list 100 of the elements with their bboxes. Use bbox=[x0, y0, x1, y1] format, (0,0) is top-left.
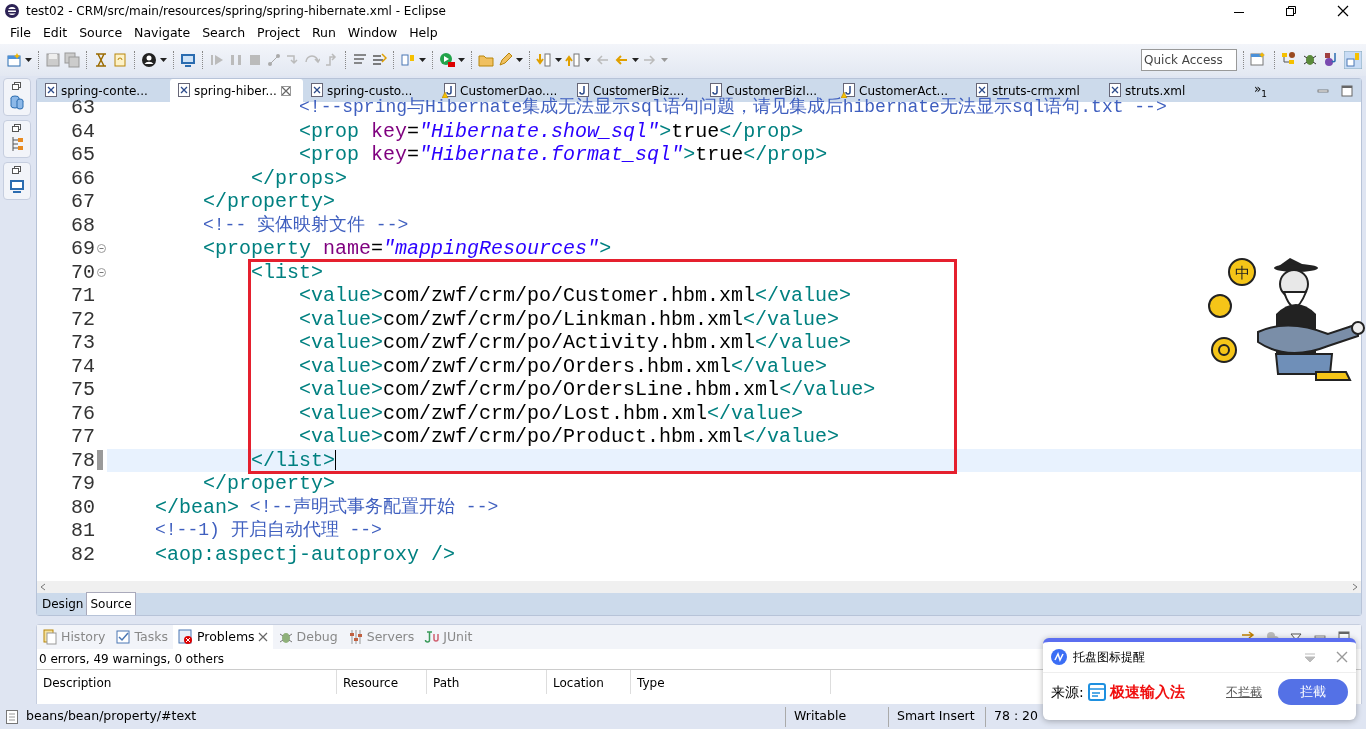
database-icon[interactable] bbox=[9, 94, 25, 110]
column-header[interactable]: Location bbox=[547, 670, 631, 694]
code-token: </value> bbox=[743, 307, 840, 331]
jee-perspective-icon[interactable] bbox=[1344, 51, 1362, 69]
caret-icon[interactable] bbox=[419, 58, 426, 62]
restore-button[interactable] bbox=[1285, 5, 1297, 17]
code-token: <value> bbox=[299, 331, 384, 355]
code-token: </prop> bbox=[719, 119, 804, 143]
change-marker-icon bbox=[97, 450, 103, 471]
servers-icon bbox=[347, 629, 364, 645]
code-token: com/zwf/crm/po/Orders.hbm.xml bbox=[383, 354, 732, 378]
code-token: </bean> bbox=[155, 495, 240, 519]
xml-file-icon bbox=[974, 83, 988, 98]
block-button[interactable]: 拦截 bbox=[1278, 679, 1348, 705]
java-file-warning-icon bbox=[442, 83, 456, 98]
close-icon[interactable] bbox=[257, 632, 268, 642]
caret-icon[interactable] bbox=[632, 58, 639, 62]
caret-icon[interactable] bbox=[25, 58, 32, 62]
restore-icon[interactable] bbox=[12, 82, 22, 90]
code-token: <property bbox=[203, 237, 313, 261]
code-token: = bbox=[371, 237, 384, 261]
column-header[interactable]: Description bbox=[37, 670, 337, 694]
menu-item[interactable]: Help bbox=[403, 23, 444, 43]
format-icon[interactable] bbox=[371, 52, 387, 68]
line-number: 77 bbox=[71, 425, 96, 449]
code-token: </list> bbox=[251, 448, 336, 472]
code-token: "Hibernate.format_sql" bbox=[419, 143, 684, 167]
column-header[interactable]: Resource bbox=[337, 670, 427, 694]
menu-item[interactable]: Source bbox=[73, 23, 129, 43]
close-icon[interactable] bbox=[1336, 651, 1348, 663]
fold-icon[interactable] bbox=[97, 267, 106, 277]
code-token: <!-- 实体映射文件 --> bbox=[203, 213, 409, 237]
xml-file-icon bbox=[43, 83, 57, 98]
xml-file-icon bbox=[1107, 83, 1121, 98]
menu-item[interactable]: File bbox=[4, 23, 37, 43]
console-icon[interactable] bbox=[9, 178, 25, 194]
tasks-icon bbox=[115, 629, 132, 645]
scroll-right-icon[interactable] bbox=[1351, 583, 1359, 591]
close-icon[interactable] bbox=[280, 85, 291, 96]
menu-item[interactable]: Navigate bbox=[128, 23, 197, 43]
code-token: "Hibernate.show_sql" bbox=[419, 119, 660, 143]
column-header[interactable]: Path bbox=[427, 670, 547, 694]
outline-icon[interactable] bbox=[9, 136, 25, 152]
line-number: 75 bbox=[71, 378, 96, 402]
maximize-icon[interactable] bbox=[1341, 84, 1353, 97]
code-token: <value> bbox=[299, 401, 384, 425]
menu-item[interactable]: Window bbox=[341, 23, 404, 43]
status-insert-mode: Smart Insert bbox=[888, 706, 985, 727]
line-number: 67 bbox=[71, 190, 96, 214]
fold-icon[interactable] bbox=[97, 244, 106, 254]
code-token: <value> bbox=[299, 378, 384, 402]
code-token: <value> bbox=[299, 354, 384, 378]
column-header[interactable]: Type bbox=[631, 670, 831, 694]
code-token: com/zwf/crm/po/Lost.hbm.xml bbox=[383, 401, 708, 425]
code-token: </prop> bbox=[743, 143, 828, 167]
source-label: 来源: bbox=[1051, 682, 1084, 702]
restore-icon[interactable] bbox=[12, 124, 22, 132]
restore-icon[interactable] bbox=[12, 166, 22, 174]
xml-file-icon bbox=[309, 83, 323, 98]
line-number: 80 bbox=[71, 495, 96, 519]
menu-item[interactable]: Project bbox=[251, 23, 306, 43]
monitor-icon[interactable] bbox=[180, 52, 196, 68]
caret-icon[interactable] bbox=[160, 58, 167, 62]
xml-file-icon bbox=[176, 83, 190, 98]
close-button[interactable] bbox=[1337, 5, 1349, 17]
mode-tab[interactable]: Design bbox=[39, 593, 87, 615]
menu-item[interactable]: Search bbox=[196, 23, 252, 43]
code-token: > bbox=[683, 143, 696, 167]
view-tab[interactable]: Problems bbox=[173, 625, 273, 649]
line-number: 69 bbox=[71, 237, 96, 261]
code-token: com/zwf/crm/po/Product.hbm.xml bbox=[383, 425, 744, 449]
caret-icon[interactable] bbox=[555, 58, 562, 62]
editor-tab[interactable]: spring-hiber... bbox=[170, 79, 303, 102]
quick-access-field[interactable]: Quick Access bbox=[1141, 49, 1237, 71]
save-all-icon[interactable] bbox=[64, 52, 80, 68]
code-token: <value> bbox=[299, 307, 384, 331]
popup-title: 托盘图标提醒 bbox=[1073, 649, 1145, 666]
status-mode: Writable bbox=[785, 706, 888, 727]
mode-tab[interactable]: Source bbox=[86, 592, 136, 615]
scroll-left-icon[interactable] bbox=[39, 583, 47, 591]
code-token: com/zwf/crm/po/Activity.hbm.xml bbox=[383, 331, 756, 355]
line-number: 79 bbox=[71, 472, 96, 496]
java-file-icon bbox=[708, 83, 722, 98]
menu-item[interactable]: Edit bbox=[36, 23, 74, 43]
allow-link[interactable]: 不拦截 bbox=[1226, 683, 1262, 701]
folder-icon[interactable] bbox=[478, 52, 494, 68]
menu-item[interactable]: Run bbox=[305, 23, 342, 43]
code-token: key bbox=[371, 119, 408, 143]
code-token: <value> bbox=[299, 425, 384, 449]
profile-icon[interactable] bbox=[141, 52, 157, 68]
caret-icon[interactable] bbox=[584, 58, 591, 62]
window-title: test02 - CRM/src/main/resources/spring/spring-hibernate.xml - Eclipse bbox=[26, 3, 446, 20]
caret-icon[interactable] bbox=[516, 58, 523, 62]
code-token: = bbox=[407, 143, 420, 167]
run-icon[interactable] bbox=[439, 52, 455, 68]
problems-icon bbox=[178, 629, 194, 645]
code-token: </value> bbox=[755, 331, 852, 355]
caret-icon[interactable] bbox=[458, 58, 465, 62]
code-token: </props> bbox=[251, 166, 348, 190]
line-number: 72 bbox=[71, 307, 96, 331]
